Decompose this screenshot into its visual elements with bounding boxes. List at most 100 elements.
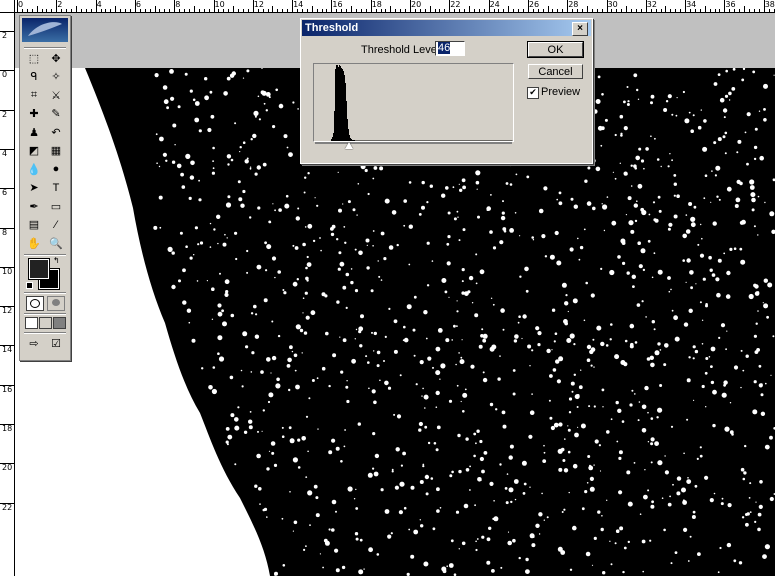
speckle [373,350,375,352]
speckle [643,167,645,170]
speckle [224,279,230,285]
slice-icon: ⚔ [51,89,61,102]
dialog-titlebar[interactable]: Threshold × [302,20,591,36]
gradient-tool[interactable]: ▦ [47,143,65,159]
speckle [564,301,569,306]
top-ruler-minor-tick [758,9,760,12]
lasso-tool[interactable]: ᑫ [25,69,43,85]
swap-colors-icon[interactable]: ↰ [53,256,60,265]
speckle [748,497,751,499]
crop-tool[interactable]: ⌗ [25,87,43,103]
speckle [579,245,584,250]
speckle [752,409,758,415]
healing-brush-tool[interactable]: ✚ [25,106,43,122]
crop-icon: ⌗ [30,88,38,101]
standard-screen-mode-button[interactable] [25,317,38,329]
speckle [709,268,713,272]
pen-tool[interactable]: ✒ [25,198,43,214]
quick-mask-mode-button[interactable] [47,296,65,311]
move-tool[interactable]: ✥ [47,50,65,66]
top-ruler-minor-tick [626,6,628,12]
imageready-icon[interactable]: ☑ [48,337,64,351]
notes-tool[interactable]: ▤ [25,217,43,233]
full-screen-menu-mode-button[interactable] [39,317,52,329]
marquee-tool[interactable]: ⬚ [25,50,43,66]
eraser-tool[interactable]: ◩ [25,143,43,159]
speckle [441,566,447,572]
speckle [640,159,645,163]
speckle [759,155,764,161]
threshold-level-input[interactable]: 46 [435,41,465,56]
brush-tool[interactable]: ✎ [47,106,65,122]
shape-tool[interactable]: ▭ [47,198,65,214]
top-ruler[interactable]: 0 2 4 6 8 10 12 14 16 18 20 22 24 26 28 30 32 34 36 38 [0,0,775,13]
speckle [373,400,377,405]
speckle [464,388,467,391]
speckle [522,492,526,495]
speckle [270,441,276,446]
default-colors-icon[interactable] [26,282,33,289]
speckle [265,92,271,97]
speckle [687,477,689,479]
speckle [256,264,262,270]
threshold-slider-thumb[interactable] [344,142,353,149]
speckle [418,421,423,427]
speckle [292,244,295,247]
speckle [593,109,598,114]
preview-checkbox[interactable]: ✔ [527,87,539,99]
top-ruler-minor-tick [557,9,559,12]
speckle [219,272,221,275]
speckle [715,277,720,282]
speckle [515,173,518,176]
ok-button[interactable]: OK [527,41,584,58]
speckle [599,470,602,472]
magic-wand-tool[interactable]: ✧ [47,69,65,85]
speckle [342,203,344,205]
speckle [641,300,644,303]
speckle [423,561,429,567]
speckle [243,430,248,434]
eyedropper-tool[interactable]: ⁄ [47,217,65,233]
speckle [379,379,381,382]
speckle [757,512,762,517]
foreground-color-swatch[interactable] [28,258,50,280]
speckle [650,94,655,99]
hand-tool[interactable]: ✋ [25,235,43,251]
speckle [699,454,703,458]
speckle [648,213,651,216]
standard-mode-button[interactable] [26,296,44,311]
speckle [661,497,664,500]
clone-stamp-tool[interactable]: ♟ [25,124,43,140]
speckle [258,487,262,491]
top-ruler-minor-tick [660,9,662,12]
speckle [346,399,350,404]
speckle [211,388,217,395]
speckle [155,133,158,136]
speckle [552,368,557,372]
top-ruler-major-tick [134,0,136,12]
history-brush-tool[interactable]: ↶ [47,124,65,140]
close-button[interactable]: × [572,22,588,36]
cancel-button[interactable]: Cancel [528,64,583,79]
speckle [670,562,673,565]
speckle [642,268,646,272]
eraser-icon: ◩ [28,145,40,157]
top-ruler-minor-tick [218,9,220,12]
speckle [249,167,252,170]
speckle [657,269,663,275]
photoshop-feather-logo[interactable] [22,18,68,42]
hand-icon: ✋ [27,237,41,250]
top-ruler-minor-tick [233,6,235,12]
type-tool[interactable]: T [47,180,65,196]
zoom-tool[interactable]: 🔍 [47,235,65,251]
top-ruler-minor-tick [650,9,652,12]
speckle [224,292,229,297]
full-screen-mode-button[interactable] [53,317,66,329]
dodge-tool[interactable]: ● [47,161,65,177]
speckle [271,256,277,261]
path-selection-tool[interactable]: ➤ [25,180,43,196]
left-ruler[interactable]: 2 0 2 4 6 8 10 12 14 16 18 20 22 [0,12,15,576]
jump-to-imageready-icon[interactable]: ⇨ [26,337,42,351]
slice-tool[interactable]: ⚔ [47,87,65,103]
blur-tool[interactable]: 💧 [25,161,43,177]
